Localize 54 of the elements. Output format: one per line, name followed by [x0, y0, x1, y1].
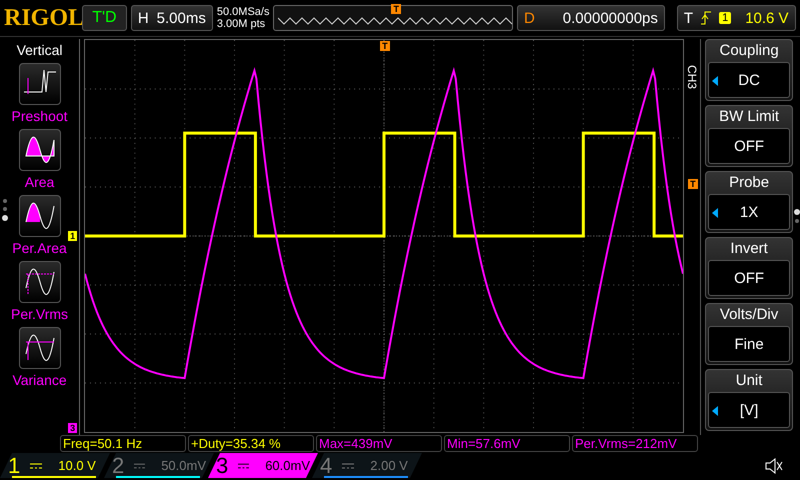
menu-softkey[interactable]: BW Limit OFF [705, 105, 794, 167]
run-status[interactable]: T'D [82, 5, 127, 31]
menu-softkey[interactable]: Volts/Div Fine [705, 303, 794, 365]
channel-marker: 3 [68, 423, 78, 433]
measure-softkey[interactable]: Variance [12, 327, 67, 388]
waveform-icon [18, 261, 61, 303]
trigger-source: 1 [719, 12, 732, 24]
dc-coupling-icon [342, 462, 354, 468]
memory-depth: 3.00M pts [216, 18, 266, 30]
waveform-icon [18, 63, 61, 105]
menu-title: Vertical [16, 42, 62, 58]
measurement-readout: Freq=50.1 Hz [60, 435, 186, 452]
left-arrow-icon [712, 208, 718, 218]
menu-softkey[interactable]: Invert OFF [705, 237, 794, 299]
waveform-icon [18, 129, 61, 171]
left-arrow-icon [712, 76, 718, 86]
trigger-level: 10.6 V [745, 10, 789, 26]
trigger-position-marker: T [391, 4, 401, 14]
trigger-level-marker: T [688, 179, 698, 189]
measurement-readout: Per.Vrms=212mV [572, 435, 698, 452]
speaker-muted-icon[interactable] [764, 456, 784, 474]
sample-rate: 50.0MSa/s [216, 6, 270, 18]
trigger-label: T [684, 10, 694, 26]
channel-tab[interactable]: 2 50.0mV [104, 453, 214, 478]
measurement-readout: Min=57.6mV [444, 435, 570, 452]
rising-edge-icon [701, 11, 712, 25]
timebase-label: H [138, 10, 149, 26]
channel-tab[interactable]: 1 10.0 V [0, 453, 110, 478]
dc-coupling-icon [30, 462, 42, 468]
trigger-marker: T [380, 41, 390, 51]
channel-marker: 1 [68, 231, 78, 241]
channel-tab[interactable]: 4 2.00 V [312, 453, 422, 478]
waveform-icon [18, 327, 61, 369]
delay-readout[interactable]: D 0.00000000ps [516, 5, 665, 31]
trigger-readout[interactable]: T 1 10.6 V [676, 5, 796, 31]
channel-tab[interactable]: 3 60.0mV [208, 453, 318, 478]
waveform-icon [18, 195, 61, 237]
measurement-readout: Max=439mV [316, 435, 442, 452]
measure-softkey[interactable]: Per.Vrms [11, 261, 68, 322]
delay-label: D [524, 10, 535, 26]
measurement-readout: +Duty=35.34 % [188, 435, 314, 452]
dc-coupling-icon [238, 462, 250, 468]
dc-coupling-icon [134, 462, 146, 468]
timebase-readout[interactable]: H 5.00ms [130, 5, 213, 31]
menu-softkey[interactable]: Probe 1X [705, 171, 794, 233]
timebase-value: 5.00ms [156, 10, 206, 26]
measure-softkey[interactable]: Preshoot [12, 63, 68, 124]
delay-value: 0.00000000ps [562, 10, 658, 26]
measure-softkey[interactable]: Per.Area [12, 195, 67, 256]
measure-softkey[interactable]: Area [18, 129, 61, 190]
menu-softkey[interactable]: Unit [V] [705, 369, 794, 431]
channel-label: CH3 [685, 65, 700, 90]
left-arrow-icon [712, 406, 718, 416]
menu-softkey[interactable]: Coupling DC [705, 39, 794, 101]
